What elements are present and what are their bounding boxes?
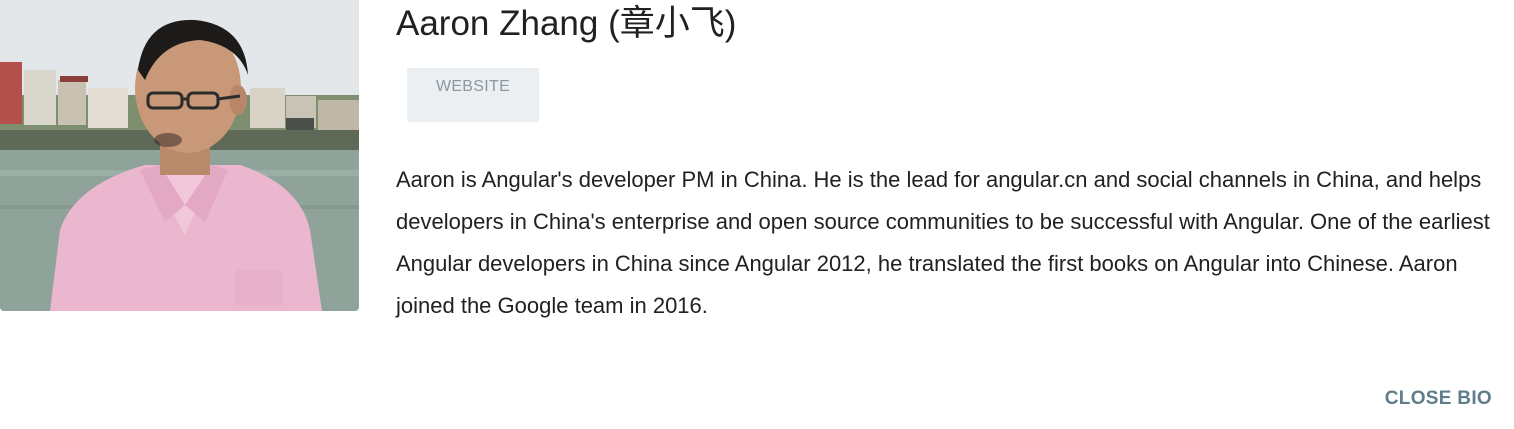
website-button[interactable]: WEBSITE (407, 68, 539, 122)
speaker-name: Aaron Zhang (章小飞) (396, 4, 737, 43)
profile-photo (0, 0, 359, 311)
close-bio-button[interactable]: CLOSE BIO (1385, 388, 1492, 410)
speaker-bio: Aaron is Angular's developer PM in China… (396, 167, 1490, 318)
